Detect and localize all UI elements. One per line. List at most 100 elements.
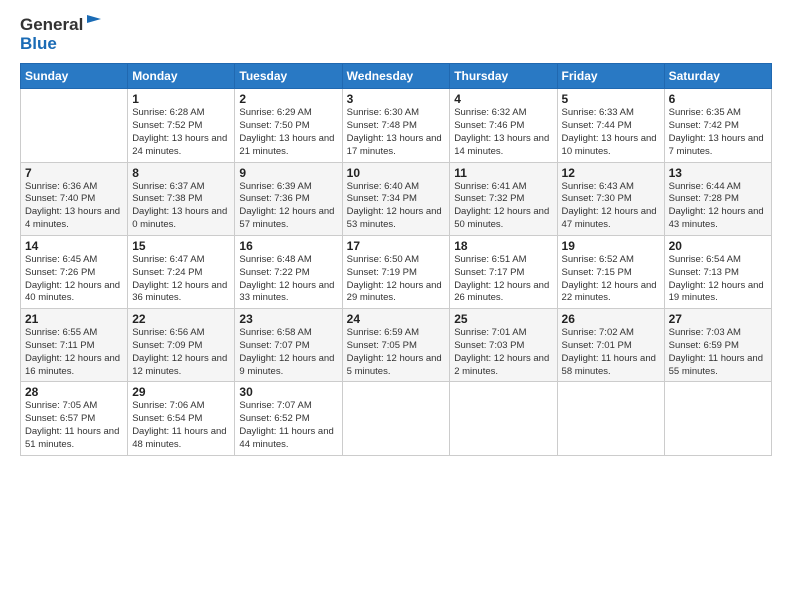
logo-flag-icon xyxy=(85,13,103,31)
day-info: Sunrise: 7:03 AM Sunset: 6:59 PM Dayligh… xyxy=(669,327,767,378)
day-info: Sunrise: 7:06 AM Sunset: 6:54 PM Dayligh… xyxy=(132,400,230,451)
day-info: Sunrise: 6:58 AM Sunset: 7:07 PM Dayligh… xyxy=(239,327,337,378)
calendar-cell: 17Sunrise: 6:50 AM Sunset: 7:19 PM Dayli… xyxy=(342,235,450,308)
day-number: 20 xyxy=(669,239,767,253)
day-info: Sunrise: 6:54 AM Sunset: 7:13 PM Dayligh… xyxy=(669,254,767,305)
col-header-thursday: Thursday xyxy=(450,64,557,89)
day-info: Sunrise: 7:01 AM Sunset: 7:03 PM Dayligh… xyxy=(454,327,552,378)
calendar-cell: 29Sunrise: 7:06 AM Sunset: 6:54 PM Dayli… xyxy=(128,382,235,455)
day-info: Sunrise: 6:39 AM Sunset: 7:36 PM Dayligh… xyxy=(239,181,337,232)
day-number: 21 xyxy=(25,312,123,326)
calendar-cell: 28Sunrise: 7:05 AM Sunset: 6:57 PM Dayli… xyxy=(21,382,128,455)
col-header-friday: Friday xyxy=(557,64,664,89)
day-number: 2 xyxy=(239,92,337,106)
day-info: Sunrise: 6:45 AM Sunset: 7:26 PM Dayligh… xyxy=(25,254,123,305)
day-number: 29 xyxy=(132,385,230,399)
day-number: 19 xyxy=(562,239,660,253)
calendar-cell: 19Sunrise: 6:52 AM Sunset: 7:15 PM Dayli… xyxy=(557,235,664,308)
day-number: 7 xyxy=(25,166,123,180)
calendar-cell: 14Sunrise: 6:45 AM Sunset: 7:26 PM Dayli… xyxy=(21,235,128,308)
day-number: 3 xyxy=(347,92,446,106)
calendar-cell: 5Sunrise: 6:33 AM Sunset: 7:44 PM Daylig… xyxy=(557,89,664,162)
day-info: Sunrise: 6:52 AM Sunset: 7:15 PM Dayligh… xyxy=(562,254,660,305)
day-info: Sunrise: 6:28 AM Sunset: 7:52 PM Dayligh… xyxy=(132,107,230,158)
calendar-cell: 12Sunrise: 6:43 AM Sunset: 7:30 PM Dayli… xyxy=(557,162,664,235)
calendar-cell xyxy=(557,382,664,455)
page-header: General Blue xyxy=(20,16,772,53)
calendar-cell: 2Sunrise: 6:29 AM Sunset: 7:50 PM Daylig… xyxy=(235,89,342,162)
col-header-sunday: Sunday xyxy=(21,64,128,89)
day-number: 22 xyxy=(132,312,230,326)
calendar-header-row: SundayMondayTuesdayWednesdayThursdayFrid… xyxy=(21,64,772,89)
day-number: 10 xyxy=(347,166,446,180)
day-number: 25 xyxy=(454,312,552,326)
col-header-monday: Monday xyxy=(128,64,235,89)
calendar-week-row: 1Sunrise: 6:28 AM Sunset: 7:52 PM Daylig… xyxy=(21,89,772,162)
calendar-cell: 22Sunrise: 6:56 AM Sunset: 7:09 PM Dayli… xyxy=(128,309,235,382)
calendar-cell: 21Sunrise: 6:55 AM Sunset: 7:11 PM Dayli… xyxy=(21,309,128,382)
calendar-week-row: 14Sunrise: 6:45 AM Sunset: 7:26 PM Dayli… xyxy=(21,235,772,308)
day-number: 9 xyxy=(239,166,337,180)
calendar-cell: 11Sunrise: 6:41 AM Sunset: 7:32 PM Dayli… xyxy=(450,162,557,235)
day-number: 18 xyxy=(454,239,552,253)
day-info: Sunrise: 6:41 AM Sunset: 7:32 PM Dayligh… xyxy=(454,181,552,232)
day-info: Sunrise: 6:56 AM Sunset: 7:09 PM Dayligh… xyxy=(132,327,230,378)
day-number: 11 xyxy=(454,166,552,180)
day-info: Sunrise: 6:51 AM Sunset: 7:17 PM Dayligh… xyxy=(454,254,552,305)
day-info: Sunrise: 6:59 AM Sunset: 7:05 PM Dayligh… xyxy=(347,327,446,378)
calendar-week-row: 28Sunrise: 7:05 AM Sunset: 6:57 PM Dayli… xyxy=(21,382,772,455)
day-number: 24 xyxy=(347,312,446,326)
day-number: 6 xyxy=(669,92,767,106)
day-info: Sunrise: 6:55 AM Sunset: 7:11 PM Dayligh… xyxy=(25,327,123,378)
day-number: 15 xyxy=(132,239,230,253)
day-number: 1 xyxy=(132,92,230,106)
day-info: Sunrise: 6:40 AM Sunset: 7:34 PM Dayligh… xyxy=(347,181,446,232)
calendar-cell xyxy=(21,89,128,162)
day-number: 27 xyxy=(669,312,767,326)
day-info: Sunrise: 6:35 AM Sunset: 7:42 PM Dayligh… xyxy=(669,107,767,158)
calendar-cell: 4Sunrise: 6:32 AM Sunset: 7:46 PM Daylig… xyxy=(450,89,557,162)
day-info: Sunrise: 7:02 AM Sunset: 7:01 PM Dayligh… xyxy=(562,327,660,378)
day-info: Sunrise: 6:44 AM Sunset: 7:28 PM Dayligh… xyxy=(669,181,767,232)
calendar-cell: 8Sunrise: 6:37 AM Sunset: 7:38 PM Daylig… xyxy=(128,162,235,235)
logo: General Blue xyxy=(20,16,103,53)
calendar-cell: 27Sunrise: 7:03 AM Sunset: 6:59 PM Dayli… xyxy=(664,309,771,382)
calendar-cell xyxy=(450,382,557,455)
day-number: 30 xyxy=(239,385,337,399)
day-number: 5 xyxy=(562,92,660,106)
calendar-cell: 26Sunrise: 7:02 AM Sunset: 7:01 PM Dayli… xyxy=(557,309,664,382)
calendar-week-row: 21Sunrise: 6:55 AM Sunset: 7:11 PM Dayli… xyxy=(21,309,772,382)
logo-general: General xyxy=(20,16,83,35)
day-number: 28 xyxy=(25,385,123,399)
day-number: 13 xyxy=(669,166,767,180)
calendar-cell: 13Sunrise: 6:44 AM Sunset: 7:28 PM Dayli… xyxy=(664,162,771,235)
day-info: Sunrise: 6:29 AM Sunset: 7:50 PM Dayligh… xyxy=(239,107,337,158)
logo-wordmark: General Blue xyxy=(20,16,103,53)
day-number: 23 xyxy=(239,312,337,326)
calendar-cell: 18Sunrise: 6:51 AM Sunset: 7:17 PM Dayli… xyxy=(450,235,557,308)
day-number: 8 xyxy=(132,166,230,180)
calendar-cell: 20Sunrise: 6:54 AM Sunset: 7:13 PM Dayli… xyxy=(664,235,771,308)
day-info: Sunrise: 6:32 AM Sunset: 7:46 PM Dayligh… xyxy=(454,107,552,158)
logo-blue: Blue xyxy=(20,34,57,53)
calendar-cell xyxy=(664,382,771,455)
col-header-saturday: Saturday xyxy=(664,64,771,89)
col-header-tuesday: Tuesday xyxy=(235,64,342,89)
calendar-cell: 25Sunrise: 7:01 AM Sunset: 7:03 PM Dayli… xyxy=(450,309,557,382)
day-info: Sunrise: 6:48 AM Sunset: 7:22 PM Dayligh… xyxy=(239,254,337,305)
day-info: Sunrise: 6:33 AM Sunset: 7:44 PM Dayligh… xyxy=(562,107,660,158)
calendar-cell: 15Sunrise: 6:47 AM Sunset: 7:24 PM Dayli… xyxy=(128,235,235,308)
day-number: 12 xyxy=(562,166,660,180)
day-info: Sunrise: 6:30 AM Sunset: 7:48 PM Dayligh… xyxy=(347,107,446,158)
day-number: 14 xyxy=(25,239,123,253)
calendar-cell: 30Sunrise: 7:07 AM Sunset: 6:52 PM Dayli… xyxy=(235,382,342,455)
calendar-table: SundayMondayTuesdayWednesdayThursdayFrid… xyxy=(20,63,772,455)
calendar-cell xyxy=(342,382,450,455)
day-info: Sunrise: 7:05 AM Sunset: 6:57 PM Dayligh… xyxy=(25,400,123,451)
day-info: Sunrise: 6:47 AM Sunset: 7:24 PM Dayligh… xyxy=(132,254,230,305)
calendar-cell: 23Sunrise: 6:58 AM Sunset: 7:07 PM Dayli… xyxy=(235,309,342,382)
calendar-cell: 3Sunrise: 6:30 AM Sunset: 7:48 PM Daylig… xyxy=(342,89,450,162)
day-number: 4 xyxy=(454,92,552,106)
day-info: Sunrise: 6:36 AM Sunset: 7:40 PM Dayligh… xyxy=(25,181,123,232)
day-number: 16 xyxy=(239,239,337,253)
